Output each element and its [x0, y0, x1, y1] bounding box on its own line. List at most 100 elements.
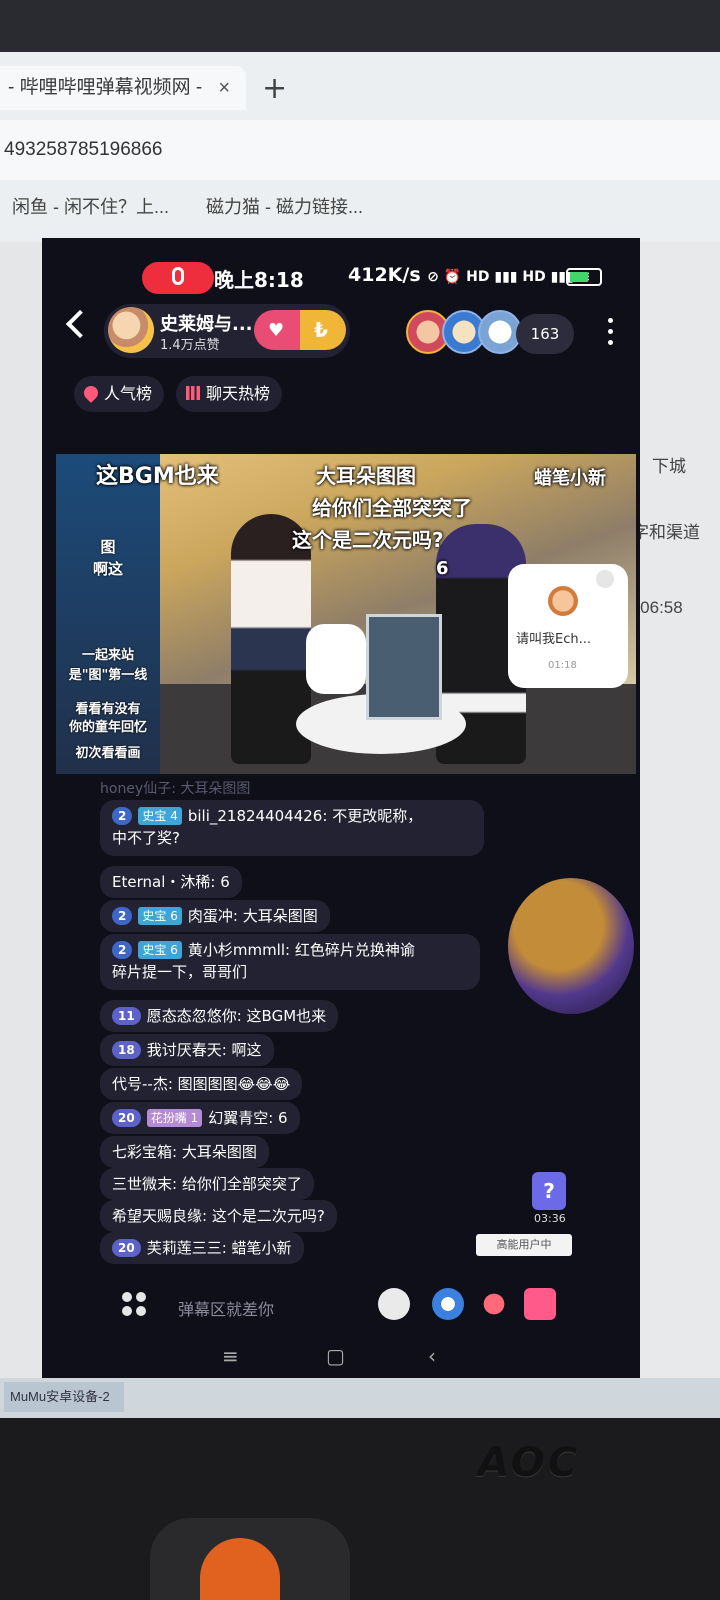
back-icon[interactable]: [65, 309, 95, 339]
chat-user[interactable]: 代号--杰: [112, 1075, 168, 1093]
chat-user[interactable]: 幻翼青空: [208, 1109, 268, 1127]
bottom-bar: 弹幕区就差你: [42, 1274, 640, 1334]
chat-text: 6: [278, 1109, 288, 1127]
chat-user[interactable]: 三世微末: [112, 1175, 172, 1193]
chat-message[interactable]: 2 史宝 4 bili_21824404426: 不更改昵称， 中不了奖?: [100, 800, 484, 856]
battery-icon: [566, 268, 602, 286]
danmaku-overlay: 大耳朵图图: [316, 464, 416, 488]
chat-user[interactable]: bili_21824404426: [188, 807, 323, 825]
chat-user[interactable]: 我讨厌春天: [147, 1041, 222, 1059]
danmaku-overlay: 6: [436, 558, 449, 579]
chat-message[interactable]: 20 花扮嘴 1 幻翼青空: 6: [100, 1102, 300, 1134]
bookmark-xianyu[interactable]: 闲鱼 - 闲不住？上...: [12, 182, 169, 232]
address-bar[interactable]: 493258785196866: [0, 120, 720, 180]
chat-text: 红色碎片兑换神谕: [294, 941, 415, 959]
chat-user[interactable]: 黄小杉mmmll: [188, 941, 285, 959]
heart-icon: ♥: [268, 320, 285, 341]
menu-nav-icon[interactable]: ≡: [222, 1344, 239, 1368]
level-badge: 20: [112, 1239, 141, 1257]
fan-club-icon: ₺: [314, 318, 328, 342]
level-badge: 11: [112, 1007, 141, 1025]
net-speed: 412K/s: [348, 264, 421, 286]
live-header: 史莱姆与... 1.4万点赞 ♥ ₺ 163: [42, 304, 640, 364]
more-icon[interactable]: [608, 318, 613, 348]
danmaku-overlay: 蜡笔小新: [534, 468, 606, 489]
fan-medal: 花扮嘴 1: [146, 1109, 203, 1127]
bookmarks-bar: 闲鱼 - 闲不住？上... 磁力猫 - 磁力链接...: [0, 182, 720, 232]
banner-text: 一起来站: [81, 648, 134, 663]
chat-rank-button[interactable]: 聊天热榜: [176, 376, 283, 412]
fan-medal: 史宝 6: [138, 907, 182, 925]
banner-text: 初次看看画: [75, 746, 141, 761]
banner-text: 图: [100, 538, 116, 556]
chat-user[interactable]: 芙莉莲三三: [147, 1239, 222, 1257]
rank-label: 人气榜: [104, 384, 153, 403]
level-badge: 2: [112, 941, 133, 959]
new-tab-button[interactable]: +: [262, 72, 287, 106]
chat-text: 这BGM也来: [246, 1007, 327, 1025]
viewer-list[interactable]: 163: [406, 310, 574, 358]
chat-message[interactable]: 20 芙莉莲三三: 蜡笔小新: [100, 1232, 304, 1264]
gift-icon[interactable]: [524, 1288, 556, 1320]
apps-grid-icon[interactable]: [122, 1292, 150, 1320]
banner-text: 你的童年回忆: [68, 720, 147, 735]
chat-message[interactable]: 18 我讨厌春天: 啊这: [100, 1034, 274, 1066]
danmaku-input[interactable]: 弹幕区就差你: [178, 1296, 274, 1320]
chat-user[interactable]: 肉蛋冲: [188, 907, 233, 925]
monitor-bezel: AOC: [0, 1418, 720, 1600]
back-nav-icon[interactable]: ‹: [428, 1344, 436, 1368]
chat-message[interactable]: 三世微末: 给你们全部突突了: [100, 1168, 314, 1200]
danmaku-overlay: 这个是二次元吗?: [292, 528, 444, 552]
rose-gift-icon[interactable]: [478, 1288, 510, 1320]
live-video[interactable]: 图 啊这 一起来站 是"图"第一线 看看有没有 你的童年回忆 初次看看画 这BG…: [56, 454, 636, 774]
banner-text: 啊这: [92, 560, 123, 578]
level-badge: 18: [112, 1041, 141, 1059]
streamer-avatar[interactable]: [108, 307, 154, 353]
chat-message[interactable]: Eternal・沐稀: 6: [100, 866, 242, 898]
mystery-box-icon[interactable]: ?: [532, 1172, 566, 1210]
chat-message[interactable]: 希望天赐良缘: 这个是二次元吗?: [100, 1200, 337, 1232]
browser-tab[interactable]: - 哔哩哔哩弹幕视频网 - ×: [0, 66, 246, 110]
close-icon[interactable]: [596, 570, 614, 588]
chat-user[interactable]: Eternal・沐稀: [112, 873, 210, 891]
chat-text: 蜡笔小新: [231, 1239, 292, 1257]
chat-message[interactable]: 11 愿态态忽悠你: 这BGM也来: [100, 1000, 339, 1032]
chat-user[interactable]: 愿态态忽悠你: [147, 1007, 237, 1025]
monitor-brand-logo: AOC: [478, 1440, 581, 1486]
chat-message[interactable]: 2 史宝 6 黄小杉mmmll: 红色碎片兑换神谕 碎片提一下，哥哥们: [100, 934, 480, 990]
side-text: 下城: [652, 457, 686, 476]
rank-label: 聊天热榜: [206, 384, 271, 403]
chat-user[interactable]: 七彩宝箱: [112, 1143, 172, 1161]
bookmark-cilimao[interactable]: 磁力猫 - 磁力链接...: [206, 182, 363, 232]
viewer-count[interactable]: 163: [516, 314, 574, 354]
chat-text: 这个是二次元吗?: [211, 1207, 325, 1225]
popularity-rank-button[interactable]: 人气榜: [74, 376, 165, 412]
status-time: 晚上8:18: [214, 268, 304, 292]
chat-message[interactable]: 代号--杰: 图图图图😂😂😂: [100, 1068, 303, 1100]
android-nav-bar: ≡ ▢ ‹: [42, 1334, 640, 1378]
taskbar-item-mumu[interactable]: MuMu安卓设备-2: [4, 1382, 124, 1412]
fan-club-icon[interactable]: [432, 1288, 464, 1320]
streamer-card[interactable]: 史莱姆与... 1.4万点赞 ♥ ₺: [104, 304, 350, 358]
chat-text-2: 碎片提一下，哥哥们: [112, 963, 248, 981]
fan-club-button[interactable]: ₺: [300, 310, 346, 350]
emoji-icon[interactable]: [378, 1288, 410, 1320]
chat-user[interactable]: 希望天赐良缘: [112, 1207, 202, 1225]
tab-close-icon[interactable]: ×: [218, 66, 230, 110]
home-nav-icon[interactable]: ▢: [326, 1344, 345, 1368]
chat-message[interactable]: 2 史宝 6 肉蛋冲: 大耳朵图图: [100, 900, 330, 932]
chat-text: 大耳朵图图: [242, 907, 318, 925]
streamer-name: 史莱姆与...: [160, 314, 253, 335]
follow-button[interactable]: ♥: [254, 310, 300, 350]
banner-text: 看看有没有: [75, 702, 141, 717]
chat-text: 图图图图😂😂😂: [177, 1075, 291, 1093]
desktop-left-area: [0, 242, 42, 1382]
chat-area[interactable]: honey仙子: 大耳朵图图 2 史宝 4 bili_21824404426: 不更…: [42, 778, 640, 1278]
taskbar: MuMu安卓设备-2: [0, 1378, 720, 1418]
chat-message[interactable]: 七彩宝箱: 大耳朵图图: [100, 1136, 269, 1168]
tv-mascot: [306, 624, 366, 694]
floating-user-card[interactable]: 请叫我Ech... 01:18: [508, 564, 628, 688]
status-tag: 高能用户中: [476, 1234, 572, 1256]
phone-screen: 晚上8:18 412K/s ⊘ ⏰ HD ▮▮▮ HD ▮▮▮ ≋ 史莱姆与..…: [42, 238, 640, 1378]
chat-text: 给你们全部突突了: [181, 1175, 302, 1193]
